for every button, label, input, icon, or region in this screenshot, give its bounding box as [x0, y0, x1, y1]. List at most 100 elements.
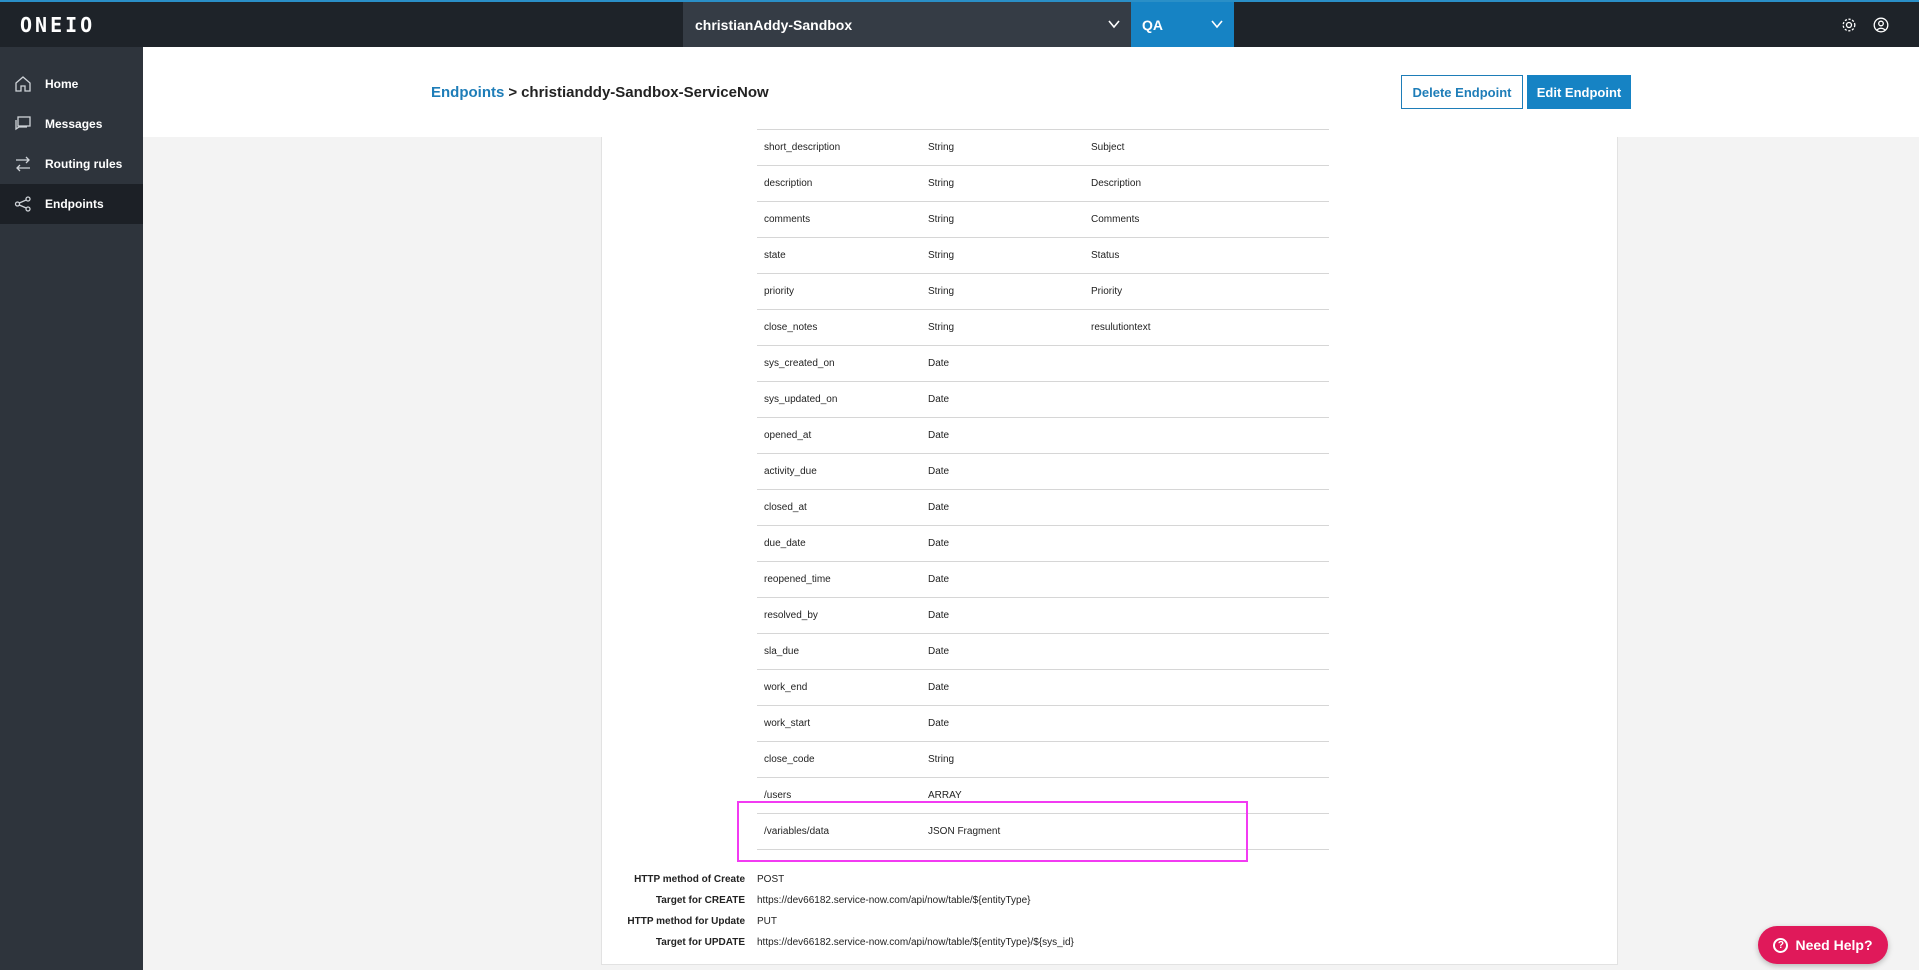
- table-row: closed_at Date: [757, 490, 1329, 526]
- setting-label: Target for CREATE: [655, 895, 745, 906]
- table-row: [757, 94, 1329, 130]
- sidebar-item-label: Endpoints: [45, 197, 104, 211]
- field-mapped-cell: Status: [1091, 250, 1120, 261]
- field-name-cell: /users: [764, 790, 792, 801]
- table-row: close_code String: [757, 742, 1329, 778]
- field-mapped-cell: Description: [1091, 178, 1142, 189]
- field-mapped-cell: Priority: [1091, 286, 1123, 297]
- sidebar-item-label: Home: [45, 77, 79, 91]
- top-bar: ONEIO christianAddy-Sandbox QA: [0, 0, 1919, 47]
- field-type-cell: JSON Fragment: [928, 826, 1001, 837]
- help-label: Need Help?: [1795, 937, 1873, 953]
- table-row: comments String Comments: [757, 202, 1329, 238]
- field-name-cell: sla_due: [764, 646, 800, 657]
- logo-text: ONEIO: [20, 13, 96, 37]
- field-type-cell: Date: [928, 538, 950, 549]
- user-icon[interactable]: [1873, 17, 1889, 33]
- setting-label: Target for UPDATE: [655, 937, 745, 948]
- endpoints-icon: [13, 194, 33, 214]
- stage-label: QA: [1142, 16, 1163, 33]
- sidebar-item-home[interactable]: Home: [0, 64, 143, 104]
- delete-endpoint-button[interactable]: Delete Endpoint: [1401, 75, 1523, 109]
- table-row: /users ARRAY: [757, 778, 1329, 814]
- sidebar-item-endpoints[interactable]: Endpoints: [0, 184, 143, 224]
- table-row: work_end Date: [757, 670, 1329, 706]
- table-row: /variables/data JSON Fragment: [757, 814, 1329, 850]
- field-mapped-cell: Subject: [1091, 142, 1125, 153]
- field-name-cell: closed_at: [764, 502, 807, 513]
- field-name-cell: activity_due: [764, 466, 817, 477]
- field-type-cell: String: [928, 142, 955, 153]
- table-row: opened_at Date: [757, 418, 1329, 454]
- chevron-down-icon: [1211, 20, 1223, 29]
- field-name-cell: opened_at: [764, 430, 812, 441]
- sidebar-item-routing-rules[interactable]: Routing rules: [0, 144, 143, 184]
- field-type-cell: Date: [928, 610, 950, 621]
- field-type-cell: ARRAY: [928, 790, 962, 801]
- gear-icon[interactable]: [1841, 17, 1857, 33]
- need-help-button[interactable]: ? Need Help?: [1758, 926, 1888, 964]
- table-row: close_notes String resulutiontext: [757, 310, 1329, 346]
- field-name-cell: sys_created_on: [764, 358, 835, 369]
- field-name-cell: close_code: [764, 754, 815, 765]
- oneio-logo[interactable]: ONEIO: [20, 13, 96, 37]
- field-name-cell: short_description: [764, 142, 841, 153]
- endpoint-settings: HTTP method of Create POST Target for CR…: [601, 869, 1301, 953]
- breadcrumb: Endpoints > christianddy-Sandbox-ServiceNo…: [431, 84, 769, 101]
- setting-value: https://dev66182.service-now.com/api/now…: [757, 937, 1074, 948]
- field-mapped-cell: resulutiontext: [1091, 322, 1151, 333]
- table-row: reopened_time Date: [757, 562, 1329, 598]
- field-type-cell: Date: [928, 646, 950, 657]
- settings-row: HTTP method of Create POST: [601, 869, 1301, 890]
- table-row: due_date Date: [757, 526, 1329, 562]
- field-type-cell: Date: [928, 718, 950, 729]
- field-type-cell: String: [928, 214, 955, 225]
- field-type-cell: Date: [928, 502, 950, 513]
- stage-select[interactable]: QA: [1131, 2, 1234, 47]
- table-row: sys_updated_on Date: [757, 382, 1329, 418]
- settings-row: Target for CREATE https://dev66182.servi…: [601, 890, 1301, 911]
- field-mapping-table: short_description String Subject descriptio…: [757, 116, 1329, 850]
- field-name-cell: description: [764, 178, 813, 189]
- routing-icon: [13, 154, 33, 174]
- environment-label: christianAddy-Sandbox: [695, 16, 853, 33]
- table-row: work_start Date: [757, 706, 1329, 742]
- edit-endpoint-button[interactable]: Edit Endpoint: [1527, 75, 1631, 109]
- chevron-down-icon: [1108, 20, 1120, 29]
- settings-row: Target for UPDATE https://dev66182.servi…: [601, 932, 1301, 953]
- table-row: sla_due Date: [757, 634, 1329, 670]
- table-row: state String Status: [757, 238, 1329, 274]
- field-name-cell: close_notes: [764, 322, 818, 333]
- sidebar-item-label: Messages: [45, 117, 103, 131]
- setting-value: PUT: [757, 916, 777, 927]
- environment-select[interactable]: christianAddy-Sandbox: [683, 2, 1131, 47]
- breadcrumb-endpoints-link[interactable]: Endpoints: [431, 84, 504, 101]
- page-title: christianddy-Sandbox-ServiceNow: [521, 84, 769, 101]
- setting-label: HTTP method of Create: [634, 874, 745, 885]
- table-row: description String Description: [757, 166, 1329, 202]
- sidebar-item-messages[interactable]: Messages: [0, 104, 143, 144]
- field-name-cell: work_start: [764, 718, 811, 729]
- field-name-cell: resolved_by: [764, 610, 818, 621]
- field-name-cell: work_end: [764, 682, 808, 693]
- table-row: activity_due Date: [757, 454, 1329, 490]
- setting-value: POST: [757, 874, 785, 885]
- field-type-cell: Date: [928, 394, 950, 405]
- table-row: sys_created_on Date: [757, 346, 1329, 382]
- field-type-cell: Date: [928, 358, 950, 369]
- field-type-cell: String: [928, 286, 955, 297]
- field-name-cell: state: [764, 250, 786, 261]
- sidebar: Home Messages Routing rules Endpoints: [0, 47, 143, 970]
- field-type-cell: Date: [928, 466, 950, 477]
- settings-row: HTTP method for Update PUT: [601, 911, 1301, 932]
- question-icon: ?: [1773, 937, 1789, 953]
- table-row: priority String Priority: [757, 274, 1329, 310]
- field-name-cell: comments: [764, 214, 811, 225]
- field-name-cell: reopened_time: [764, 574, 831, 585]
- field-type-cell: Date: [928, 430, 950, 441]
- field-type-cell: Date: [928, 682, 950, 693]
- field-name-cell: sys_updated_on: [764, 394, 838, 405]
- breadcrumb-separator: >: [508, 84, 518, 101]
- field-type-cell: String: [928, 322, 955, 333]
- messages-icon: [13, 114, 33, 134]
